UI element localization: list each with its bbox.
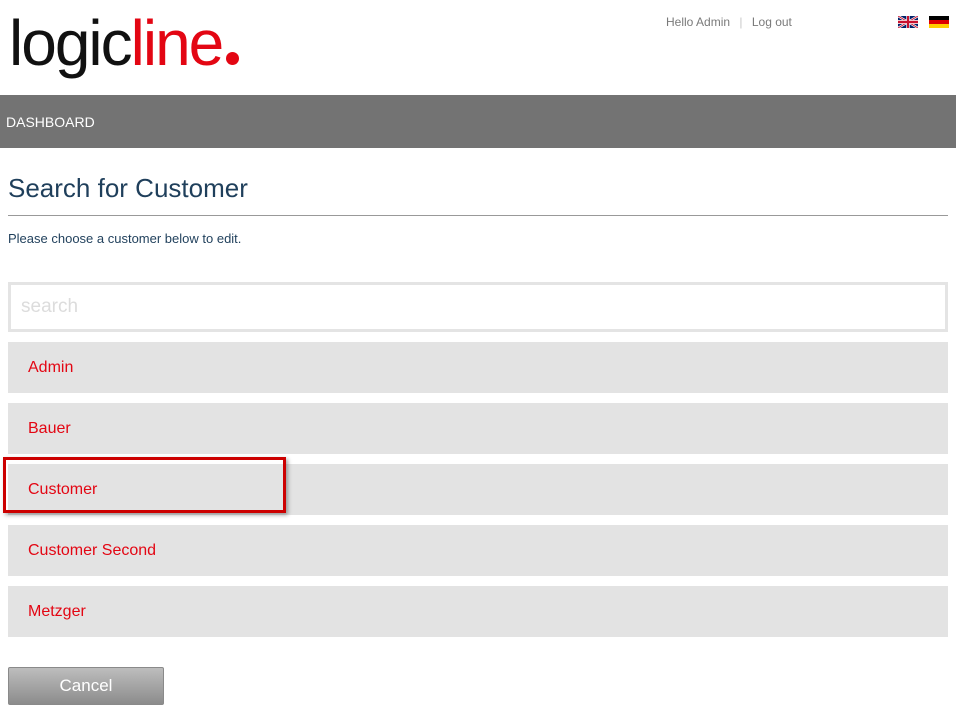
customer-item-admin[interactable]: Admin	[8, 342, 948, 393]
nav-separator: |	[739, 15, 743, 29]
customer-label: Bauer	[28, 419, 71, 437]
customer-item-customer-second[interactable]: Customer Second	[8, 525, 948, 576]
logo-text-logic: logic	[9, 7, 133, 79]
nav-dashboard[interactable]: DASHBOARD	[0, 114, 95, 130]
logout-link[interactable]: Log out	[752, 15, 792, 29]
greeting-text: Hello Admin	[666, 15, 731, 29]
germany-flag-icon[interactable]	[929, 16, 949, 28]
search-box	[8, 282, 948, 332]
customer-item-metzger[interactable]: Metzger	[8, 586, 948, 637]
intro-text: Please choose a customer below to edit.	[8, 231, 242, 246]
customer-list: Admin Bauer Customer Customer Second Met…	[3, 342, 948, 637]
customer-label: Admin	[28, 358, 74, 376]
page-title: Search for Customer	[8, 173, 248, 203]
logo-dot-icon	[226, 52, 240, 65]
search-input[interactable]	[11, 285, 945, 329]
uk-flag-icon[interactable]	[898, 16, 918, 28]
main-navbar: DASHBOARD	[0, 95, 956, 148]
cancel-button[interactable]: Cancel	[8, 667, 164, 705]
customer-label: Customer	[28, 480, 98, 498]
language-switcher	[898, 16, 949, 28]
header: logicline Hello Admin | Log out	[0, 0, 956, 95]
user-nav: Hello Admin | Log out	[666, 15, 792, 29]
logicline-logo[interactable]: logicline	[9, 11, 240, 75]
customer-item-bauer[interactable]: Bauer	[8, 403, 948, 454]
customer-label: Metzger	[28, 602, 86, 620]
customer-label: Customer Second	[28, 541, 157, 559]
logo-text-line: line	[130, 7, 225, 79]
main-content: Search for Customer Please choose a cust…	[0, 148, 956, 705]
customer-item-customer[interactable]: Customer	[3, 457, 948, 515]
